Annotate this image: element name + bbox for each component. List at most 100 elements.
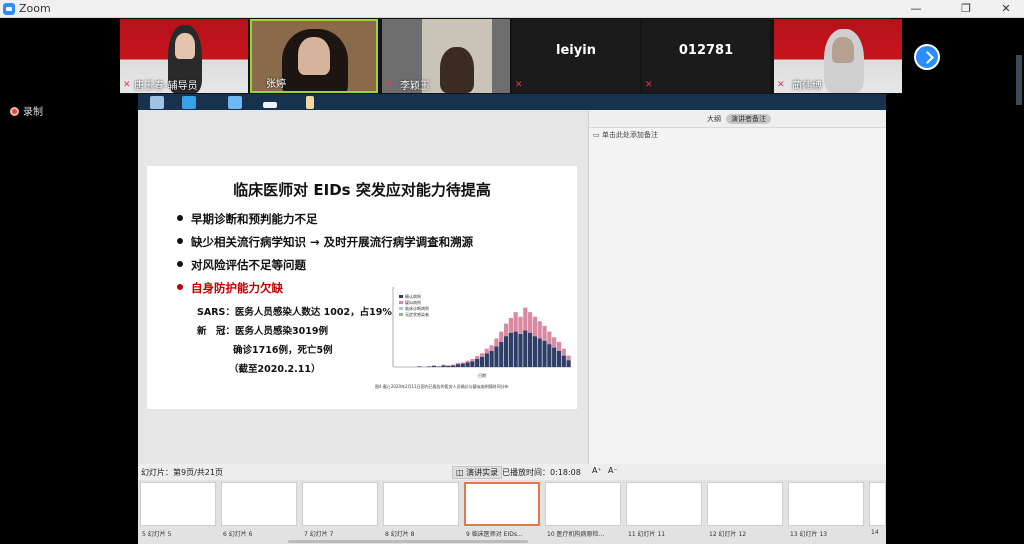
slide-thumbnails: 5 幻灯片 5 6 幻灯片 6 7 幻灯片 7 8 幻灯片 8 9 临床医师对 … [138,480,886,544]
chart-bar [475,356,480,359]
chart-bar [503,323,509,337]
infection-chart: 确认病例疑似病例临床诊断病例无症状感染者日期 [392,287,571,378]
mic-muted-icon: ✕ [515,80,523,90]
participant-name: 唐玉春-辅导员 [134,81,198,92]
x-axis-label: 日期 [478,372,486,378]
chart-bar [518,333,523,367]
chart-bar [547,344,552,367]
thumbnail-scrollbar[interactable] [288,540,528,543]
side-panel-handle[interactable] [1016,55,1022,105]
next-participants-button[interactable] [914,44,940,70]
chart-bar [523,307,528,331]
participant-strip: ✕ 唐玉春-辅导员 张婷 ✕ 李颖玉 leiyin ✕ 012781 ✕ ✕ 蔺… [120,18,902,94]
chart-bar [470,361,475,367]
participant-tile[interactable]: ✕ 唐玉春-辅导员 [120,19,248,93]
bullet-icon [177,284,183,290]
legend-swatch [399,313,403,316]
slide-thumbnail[interactable] [707,482,783,526]
notes-input[interactable]: ▭ 单击此处添加备注 [593,130,658,140]
chart-bar [436,366,441,367]
title-bar: Zoom — ❐ ✕ [0,0,1024,18]
current-slide[interactable]: 临床医师对 EIDs 突发应对能力待提高 早期诊断和预判能力不足 缺少相关流行病… [147,166,577,409]
participant-face [832,37,854,63]
participant-tile[interactable]: leiyin ✕ [512,19,640,93]
tab-outline[interactable]: 大纲 [707,114,721,124]
participant-tile-active-speaker[interactable]: 张婷 [250,19,378,93]
bullet-item: 缺少相关流行病学知识 → 及时开展流行病学调查和溯源 [177,234,473,250]
participant-tile[interactable]: 012781 ✕ [642,19,770,93]
legend-label: 确认病例 [405,293,421,299]
bullet-item-highlight: 自身防护能力欠缺 [177,280,283,296]
slide-thumbnail[interactable] [545,482,621,526]
slide-counter: 幻灯片：第9页/共21页 [141,468,223,477]
font-increase-button[interactable]: A⁺ [592,466,602,475]
thumbnail-label: 8 幻灯片 8 [385,531,415,538]
chart-bar [465,362,470,367]
chart-bar [552,347,557,367]
bullet-icon [177,238,183,244]
chart-bar [475,359,480,367]
chart-bar [566,360,571,367]
chart-bar [503,336,509,367]
chart-bar [532,316,538,337]
font-decrease-button[interactable]: A⁻ [608,466,618,475]
tab-presenter-notes[interactable]: 演讲者备注 [726,114,771,124]
chart-bar [552,337,557,348]
slide-thumbnail-current[interactable] [464,482,540,526]
restore-button[interactable]: ❐ [950,0,982,18]
chart-bar [489,351,494,367]
chart-bar [446,365,451,366]
legend-swatch [399,295,403,298]
notes-tabs: 大纲 演讲者备注 [589,110,886,128]
chart-bar [494,338,499,347]
participant-tile[interactable]: ✕ 蔺伟博 [774,19,902,93]
bullet-item: 早期诊断和预判能力不足 [177,211,318,227]
legend-label: 无症状感染者 [405,311,429,317]
slide-thumbnail[interactable] [302,482,378,526]
chart-bar [455,363,461,365]
slide-thumbnail[interactable] [221,482,297,526]
chart-bar [426,366,432,367]
slide-thumbnail[interactable] [869,482,886,526]
chart-bar [547,331,552,345]
chart-bar [484,348,489,354]
participant-face [298,37,330,75]
chart-bar [455,364,461,367]
file-icon [263,102,277,108]
minimize-button[interactable]: — [900,0,932,18]
chart-bar [561,355,566,367]
thumbnail-label: 7 幻灯片 7 [304,531,334,538]
chart-bar [446,365,451,367]
close-button[interactable]: ✕ [990,0,1022,18]
chart-bar [556,351,562,367]
slide-thumbnail[interactable] [140,482,216,526]
app-icon [182,96,196,109]
chart-bar [484,353,489,367]
thumbnail-label: 13 幻灯片 13 [790,531,828,538]
slide-thumbnail[interactable] [383,482,459,526]
confirmed-line: 确诊1716例，死亡5例 [233,345,333,356]
bullet-icon [177,215,183,221]
slide-thumbnail[interactable] [626,482,702,526]
chart-bar [513,331,518,367]
chart-bar [528,312,533,333]
participant-tile[interactable]: ✕ 李颖玉 [382,19,510,93]
chart-bar [537,321,542,339]
presenter-view-button[interactable]: ◫ 演讲实录 [452,466,503,479]
chart-bar [479,353,485,357]
recording-label: 录制 [23,107,43,118]
elapsed-time: 已播放时间：0:18:08 [502,468,581,477]
legend-swatch [399,301,403,304]
sars-line: SARS：医务人员感染人数达 1002，占19% [197,307,392,318]
recording-indicator[interactable]: 录制 [10,103,43,118]
notes-panel: 大纲 演讲者备注 ▭ 单击此处添加备注 [588,110,886,486]
slide-thumbnail[interactable] [788,482,864,526]
thumbnail-label: 5 幻灯片 5 [142,531,172,538]
date-line: （截至2020.2.11） [229,364,321,375]
chart-bar [537,338,542,367]
chart-bar [523,330,528,367]
slide-title: 临床医师对 EIDs 突发应对能力待提高 [233,181,491,199]
chart-bar [470,359,475,362]
chart-bar [431,365,436,366]
chart-bar [431,365,436,367]
